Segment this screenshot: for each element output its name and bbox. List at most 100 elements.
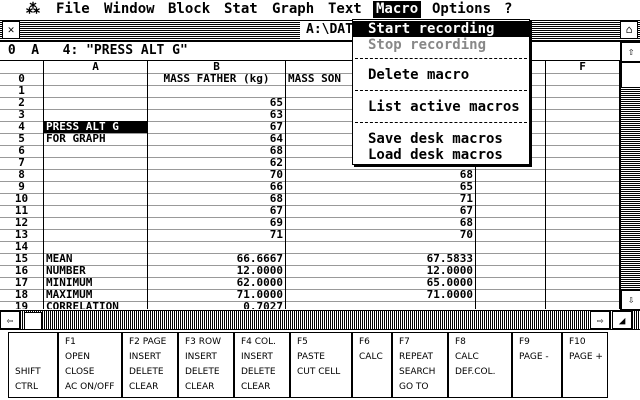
row-number[interactable]: 11 [0,205,44,217]
cell-e[interactable] [476,169,546,181]
column-header[interactable] [0,61,44,73]
cell-b[interactable]: 63 [148,109,286,121]
cell-a[interactable] [44,181,148,193]
function-key-f2[interactable]: F2 PAGE INSERT DELETE CLEAR [122,332,178,398]
fullsize-icon[interactable]: ⌂ [620,21,638,39]
vertical-scrollbar[interactable]: ⇧ ⇩ [620,42,640,310]
cell-a[interactable] [44,85,148,97]
menu-item-save-desk-macros[interactable]: Save desk macros [353,131,529,147]
cell-a[interactable]: CORRELATION [44,301,148,309]
cell-f[interactable] [546,169,620,181]
cell-f[interactable] [546,193,620,205]
menu-block[interactable]: Block [168,1,210,18]
row-number[interactable]: 9 [0,181,44,193]
function-key-f4[interactable]: F4 COL. INSERT DELETE CLEAR [234,332,290,398]
cell-e[interactable] [476,301,546,309]
row-number[interactable]: 7 [0,157,44,169]
cell-a[interactable] [44,157,148,169]
cell-f[interactable] [546,301,620,309]
cell-f[interactable] [546,181,620,193]
cell-c[interactable]: 68 [286,217,476,229]
cell-c[interactable]: 71 [286,193,476,205]
row-number[interactable]: 6 [0,145,44,157]
cell-f[interactable] [546,205,620,217]
cell-c[interactable]: 67.5833 [286,253,476,265]
cell-e[interactable] [476,253,546,265]
cell-e[interactable] [476,181,546,193]
function-key-f5[interactable]: F5 PASTE CUT CELL [290,332,352,398]
cell-e[interactable] [476,277,546,289]
cell-f[interactable] [546,73,620,85]
cell-c[interactable]: 65 [286,181,476,193]
cell-b[interactable]: 64 [148,133,286,145]
cell-f[interactable] [546,265,620,277]
menu-item-list-active-macros[interactable]: List active macros [353,99,529,115]
cell-a[interactable]: MINIMUM [44,277,148,289]
cell-f[interactable] [546,289,620,301]
cell-e[interactable] [476,289,546,301]
window-title-bar[interactable]: ✕ A:\DATA\MASS ⌂ [0,19,640,42]
row-number[interactable]: 8 [0,169,44,181]
cell-a[interactable] [44,73,148,85]
cell-a[interactable] [44,217,148,229]
cell-b[interactable]: 0.7027 [148,301,286,309]
cell-a[interactable]: FOR GRAPH [44,133,148,145]
cell-b[interactable]: 66.6667 [148,253,286,265]
row-number[interactable]: 1 [0,85,44,97]
cell-b[interactable]: 12.0000 [148,265,286,277]
menu-graph[interactable]: Graph [272,1,314,18]
cell-a[interactable]: NUMBER [44,265,148,277]
column-header[interactable]: F [546,61,620,73]
menu-window[interactable]: Window [104,1,155,18]
cell-f[interactable] [546,253,620,265]
row-number[interactable]: 4 [0,121,44,133]
cell-a[interactable]: MAXIMUM [44,289,148,301]
cell-a[interactable] [44,229,148,241]
cell-a[interactable] [44,97,148,109]
close-icon[interactable]: ✕ [2,21,20,39]
horizontal-scrollbar[interactable]: ⇦ ⇨ ◢ [0,310,640,330]
cell-b[interactable]: 68 [148,193,286,205]
cell-e[interactable] [476,193,546,205]
cell-b[interactable]: 62.0000 [148,277,286,289]
cell-f[interactable] [546,241,620,253]
scroll-up-icon[interactable]: ⇧ [621,42,640,62]
row-number[interactable]: 17 [0,277,44,289]
cell-a[interactable]: PRESS ALT G [44,121,148,133]
function-key-f6[interactable]: F6 CALC [352,332,392,398]
cell-b[interactable]: 71.0000 [148,289,286,301]
scroll-left-icon[interactable]: ⇦ [0,311,20,329]
cell-c[interactable] [286,241,476,253]
cell-f[interactable] [546,133,620,145]
cell-e[interactable] [476,205,546,217]
cell-b[interactable] [148,241,286,253]
cell-a[interactable] [44,109,148,121]
menu-text[interactable]: Text [328,1,362,18]
row-number[interactable]: 15 [0,253,44,265]
function-key-f9[interactable]: F9 PAGE - [512,332,562,398]
menu-item-delete-macro[interactable]: Delete macro [353,67,529,83]
cell-b[interactable]: 69 [148,217,286,229]
row-number[interactable]: 5 [0,133,44,145]
resize-icon[interactable]: ◢ [612,311,632,329]
desk-menu-icon[interactable]: ⁂ [26,1,40,18]
cell-b[interactable] [148,85,286,97]
cell-c[interactable]: 70 [286,229,476,241]
cell-a[interactable] [44,205,148,217]
scroll-right-icon[interactable]: ⇨ [590,311,610,329]
vertical-scroll-thumb[interactable] [621,62,640,88]
scroll-down-icon[interactable]: ⇩ [621,290,640,310]
cell-c[interactable]: 67 [286,205,476,217]
row-number[interactable]: 14 [0,241,44,253]
cell-b[interactable]: 62 [148,157,286,169]
function-key-f3[interactable]: F3 ROW INSERT DELETE CLEAR [178,332,234,398]
cell-f[interactable] [546,217,620,229]
cell-a[interactable] [44,241,148,253]
cell-b[interactable]: 68 [148,145,286,157]
cell-b[interactable]: 65 [148,97,286,109]
function-key-f8[interactable]: F8 CALC DEF.COL. [448,332,512,398]
cell-f[interactable] [546,277,620,289]
row-number[interactable]: 3 [0,109,44,121]
cell-f[interactable] [546,85,620,97]
row-number[interactable]: 13 [0,229,44,241]
